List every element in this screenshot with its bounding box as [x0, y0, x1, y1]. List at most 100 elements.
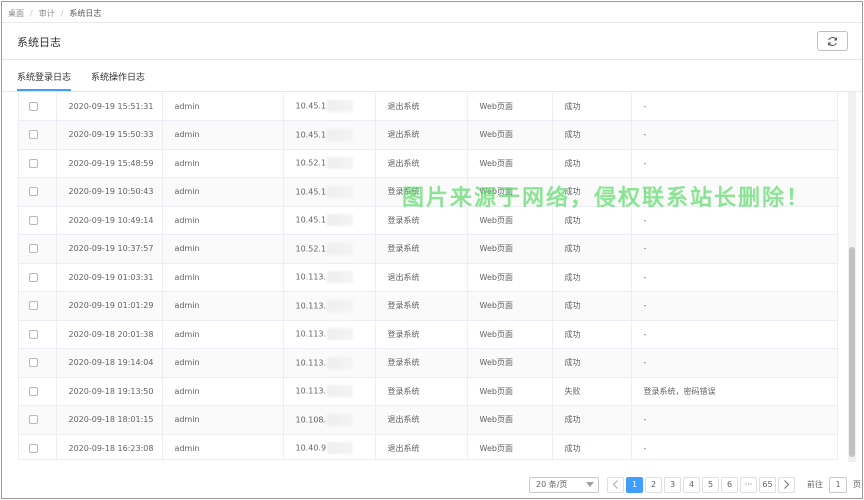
- row-checkbox-cell[interactable]: [19, 405, 57, 435]
- cell-client: Web页面: [467, 120, 553, 150]
- row-checkbox[interactable]: [29, 358, 38, 368]
- table-row[interactable]: 2020-09-18 16:23:08 admin 10.40.9 退出系统 Web页面…: [19, 434, 837, 459]
- row-checkbox-cell[interactable]: [19, 291, 57, 321]
- row-checkbox-cell[interactable]: [19, 234, 57, 264]
- page-button-2[interactable]: 2: [645, 476, 662, 493]
- cell-ip: 10.52.1: [283, 234, 376, 264]
- row-checkbox-cell[interactable]: [19, 434, 57, 459]
- row-checkbox[interactable]: [29, 386, 38, 396]
- table-row[interactable]: 2020-09-19 10:37:57 admin 10.52.1 登录系统 Web页面…: [19, 234, 837, 264]
- cell-user: admin: [162, 149, 284, 178]
- row-checkbox-cell[interactable]: [19, 348, 57, 378]
- prev-page-button[interactable]: [607, 476, 624, 493]
- vertical-scrollbar[interactable]: [848, 92, 856, 462]
- cell-time: 2020-09-19 01:01:29: [56, 291, 163, 321]
- cell-client: Web页面: [467, 320, 553, 349]
- cell-status: 成功: [552, 263, 632, 292]
- row-checkbox-cell[interactable]: [19, 206, 57, 235]
- page-button-4[interactable]: 4: [683, 476, 700, 493]
- cell-time: 2020-09-19 10:50:43: [56, 177, 163, 207]
- row-checkbox-cell[interactable]: [19, 120, 57, 150]
- cell-time: 2020-09-18 20:01:38: [56, 320, 163, 349]
- row-checkbox[interactable]: [29, 101, 38, 111]
- cell-action: 登录系统: [375, 377, 468, 406]
- page-ellipsis-button[interactable]: ···: [740, 476, 757, 493]
- ip-redaction: [327, 328, 354, 341]
- cell-time: 2020-09-18 19:13:50: [56, 377, 163, 406]
- row-checkbox-cell[interactable]: [19, 320, 57, 349]
- goto-page-input[interactable]: 1: [829, 476, 847, 493]
- table-row[interactable]: 2020-09-19 15:48:59 admin 10.52.1 退出系统 Web页面…: [19, 149, 837, 178]
- table-row[interactable]: 2020-09-19 15:50:33 admin 10.45.1 退出系统 Web页面…: [19, 120, 837, 150]
- row-checkbox-cell[interactable]: [19, 263, 57, 292]
- row-checkbox[interactable]: [29, 244, 38, 254]
- cell-user: admin: [162, 377, 284, 406]
- page-button-6[interactable]: 6: [721, 476, 738, 493]
- table-row[interactable]: 2020-09-18 19:13:50 admin 10.113. 登录系统 Web页面…: [19, 377, 837, 406]
- row-checkbox[interactable]: [29, 187, 38, 197]
- table-row[interactable]: 2020-09-18 19:14:04 admin 10.113. 登录系统 Web页面…: [19, 348, 837, 378]
- row-checkbox-cell[interactable]: [19, 149, 57, 178]
- page-button-3[interactable]: 3: [664, 476, 681, 493]
- cell-action: 退出系统: [375, 405, 468, 435]
- ip-redaction: [327, 242, 354, 255]
- refresh-button[interactable]: [817, 31, 848, 51]
- ip-redaction: [327, 413, 354, 426]
- page-button-1[interactable]: 1: [626, 476, 643, 493]
- breadcrumb-item-audit[interactable]: 审计: [39, 8, 55, 19]
- row-checkbox-cell[interactable]: [19, 177, 57, 207]
- row-checkbox[interactable]: [29, 272, 38, 282]
- cell-action: 登录系统: [375, 320, 468, 349]
- scrollbar-thumb[interactable]: [849, 247, 855, 457]
- table-row[interactable]: 2020-09-19 01:03:31 admin 10.113. 退出系统 Web页面…: [19, 263, 837, 292]
- cell-action: 登录系统: [375, 234, 468, 264]
- row-checkbox[interactable]: [29, 329, 38, 339]
- row-checkbox[interactable]: [29, 415, 38, 425]
- cell-ip: 10.113.: [283, 291, 376, 321]
- ip-text: 10.40.9: [295, 443, 327, 453]
- row-checkbox[interactable]: [29, 301, 38, 311]
- tab-operation-log[interactable]: 系统操作日志: [91, 69, 145, 91]
- ip-text: 10.52.1: [295, 158, 327, 168]
- row-checkbox[interactable]: [29, 443, 38, 453]
- cell-remark: -: [631, 405, 837, 435]
- breadcrumb: 桌面 / 审计 / 系统日志: [8, 7, 101, 19]
- cell-client: Web页面: [467, 263, 553, 292]
- ip-text: 10.45.1: [295, 187, 327, 197]
- ip-text: 10.52.1: [295, 244, 327, 254]
- row-checkbox-cell[interactable]: [19, 377, 57, 406]
- next-page-button[interactable]: [778, 476, 795, 493]
- row-checkbox[interactable]: [29, 130, 38, 140]
- cell-user: admin: [162, 206, 284, 235]
- table-row[interactable]: 2020-09-18 18:01:15 admin 10.108. 退出系统 Web页面…: [19, 405, 837, 435]
- log-table: 2020-09-19 15:51:31 admin 10.45.1 退出系统 Web页面…: [18, 92, 838, 460]
- page-title: 系统日志: [17, 36, 61, 49]
- table-row[interactable]: 2020-09-19 15:51:31 admin 10.45.1 退出系统 Web页面…: [19, 92, 837, 121]
- cell-action: 退出系统: [375, 92, 468, 121]
- ip-text: 10.113.: [295, 386, 327, 396]
- breadcrumb-item-current: 系统日志: [69, 8, 102, 18]
- log-table-body: 2020-09-19 15:51:31 admin 10.45.1 退出系统 Web页面…: [19, 92, 837, 459]
- table-row[interactable]: 2020-09-18 20:01:38 admin 10.113. 登录系统 Web页面…: [19, 320, 837, 349]
- cell-ip: 10.40.9: [283, 434, 376, 459]
- ip-redaction: [327, 385, 354, 398]
- cell-ip: 10.52.1: [283, 149, 376, 178]
- cell-status: 成功: [552, 149, 632, 178]
- cell-user: admin: [162, 92, 284, 121]
- cell-ip: 10.45.1: [283, 120, 376, 150]
- refresh-icon: [827, 36, 838, 46]
- row-checkbox-cell[interactable]: [19, 92, 57, 121]
- tab-bar: 系统登录日志 系统操作日志: [17, 69, 165, 91]
- table-row[interactable]: 2020-09-19 01:01:29 admin 10.113. 登录系统 Web页面…: [19, 291, 837, 321]
- cell-action: 退出系统: [375, 263, 468, 292]
- tab-login-log[interactable]: 系统登录日志: [17, 69, 72, 91]
- row-checkbox[interactable]: [29, 215, 38, 225]
- ip-redaction: [327, 214, 354, 227]
- page-button-5[interactable]: 5: [702, 476, 719, 493]
- breadcrumb-item-desktop[interactable]: 桌面: [8, 8, 24, 19]
- page-size-select[interactable]: 20 条/页: [529, 476, 599, 493]
- goto-prefix-label: 前往: [807, 480, 823, 489]
- cell-user: admin: [162, 405, 284, 435]
- row-checkbox[interactable]: [29, 158, 38, 168]
- page-button-last[interactable]: 65: [759, 476, 776, 493]
